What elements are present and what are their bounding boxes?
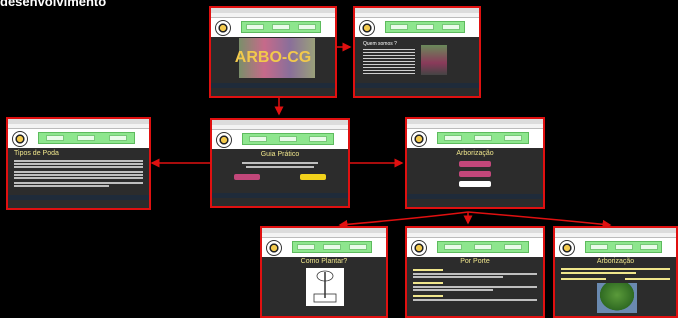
arrow-to-planting [338,211,469,229]
nav-bar [585,241,662,253]
guide-button-left[interactable] [234,174,260,180]
screen-title: Arborização [596,258,635,265]
logo-icon [559,240,575,256]
screen-arborization: Arborização [405,117,545,209]
logo-text: ARBO-CG [234,49,312,66]
logo-icon [266,240,282,256]
screen-pruning: Tipos de Poda [6,117,151,210]
screen-arborization-species: Arborização [553,226,678,318]
menu-button-3[interactable] [459,181,491,187]
logo-icon [12,131,28,147]
photo [421,45,447,75]
guide-button-right[interactable] [300,174,326,180]
nav-bar [292,241,372,253]
nav-bar [437,132,529,144]
text-block [363,49,415,75]
nav-bar [242,133,334,145]
menu-button-2[interactable] [459,171,491,177]
screen-title: Por Porte [460,258,490,265]
nav-bar [38,132,135,144]
screen-title: Arborização [456,150,494,157]
planting-diagram [306,268,344,306]
screen-home: ARBO-CG [209,6,337,98]
screen-title: Quem somos ? [363,41,397,47]
logo-icon [359,20,375,36]
screen-title: Guia Prático [260,151,300,158]
arrow-to-arborization2 [467,211,612,229]
screen-title: Como Plantar? [300,258,348,265]
nav-bar [437,241,529,253]
screen-title: Tipos de Poda [14,150,59,157]
tree-photo [597,283,637,313]
logo-icon [215,20,231,36]
nav-bar [241,21,321,33]
screen-about: Quem somos ? [353,6,481,98]
logo-icon [411,240,427,256]
screen-size: Por Porte [405,226,545,318]
logo-icon [411,131,427,147]
screen-guide: Guia Prático [210,118,350,208]
logo-icon [216,132,232,148]
screen-planting: Como Plantar? [260,226,388,318]
nav-bar [385,21,465,33]
menu-button-1[interactable] [459,161,491,167]
